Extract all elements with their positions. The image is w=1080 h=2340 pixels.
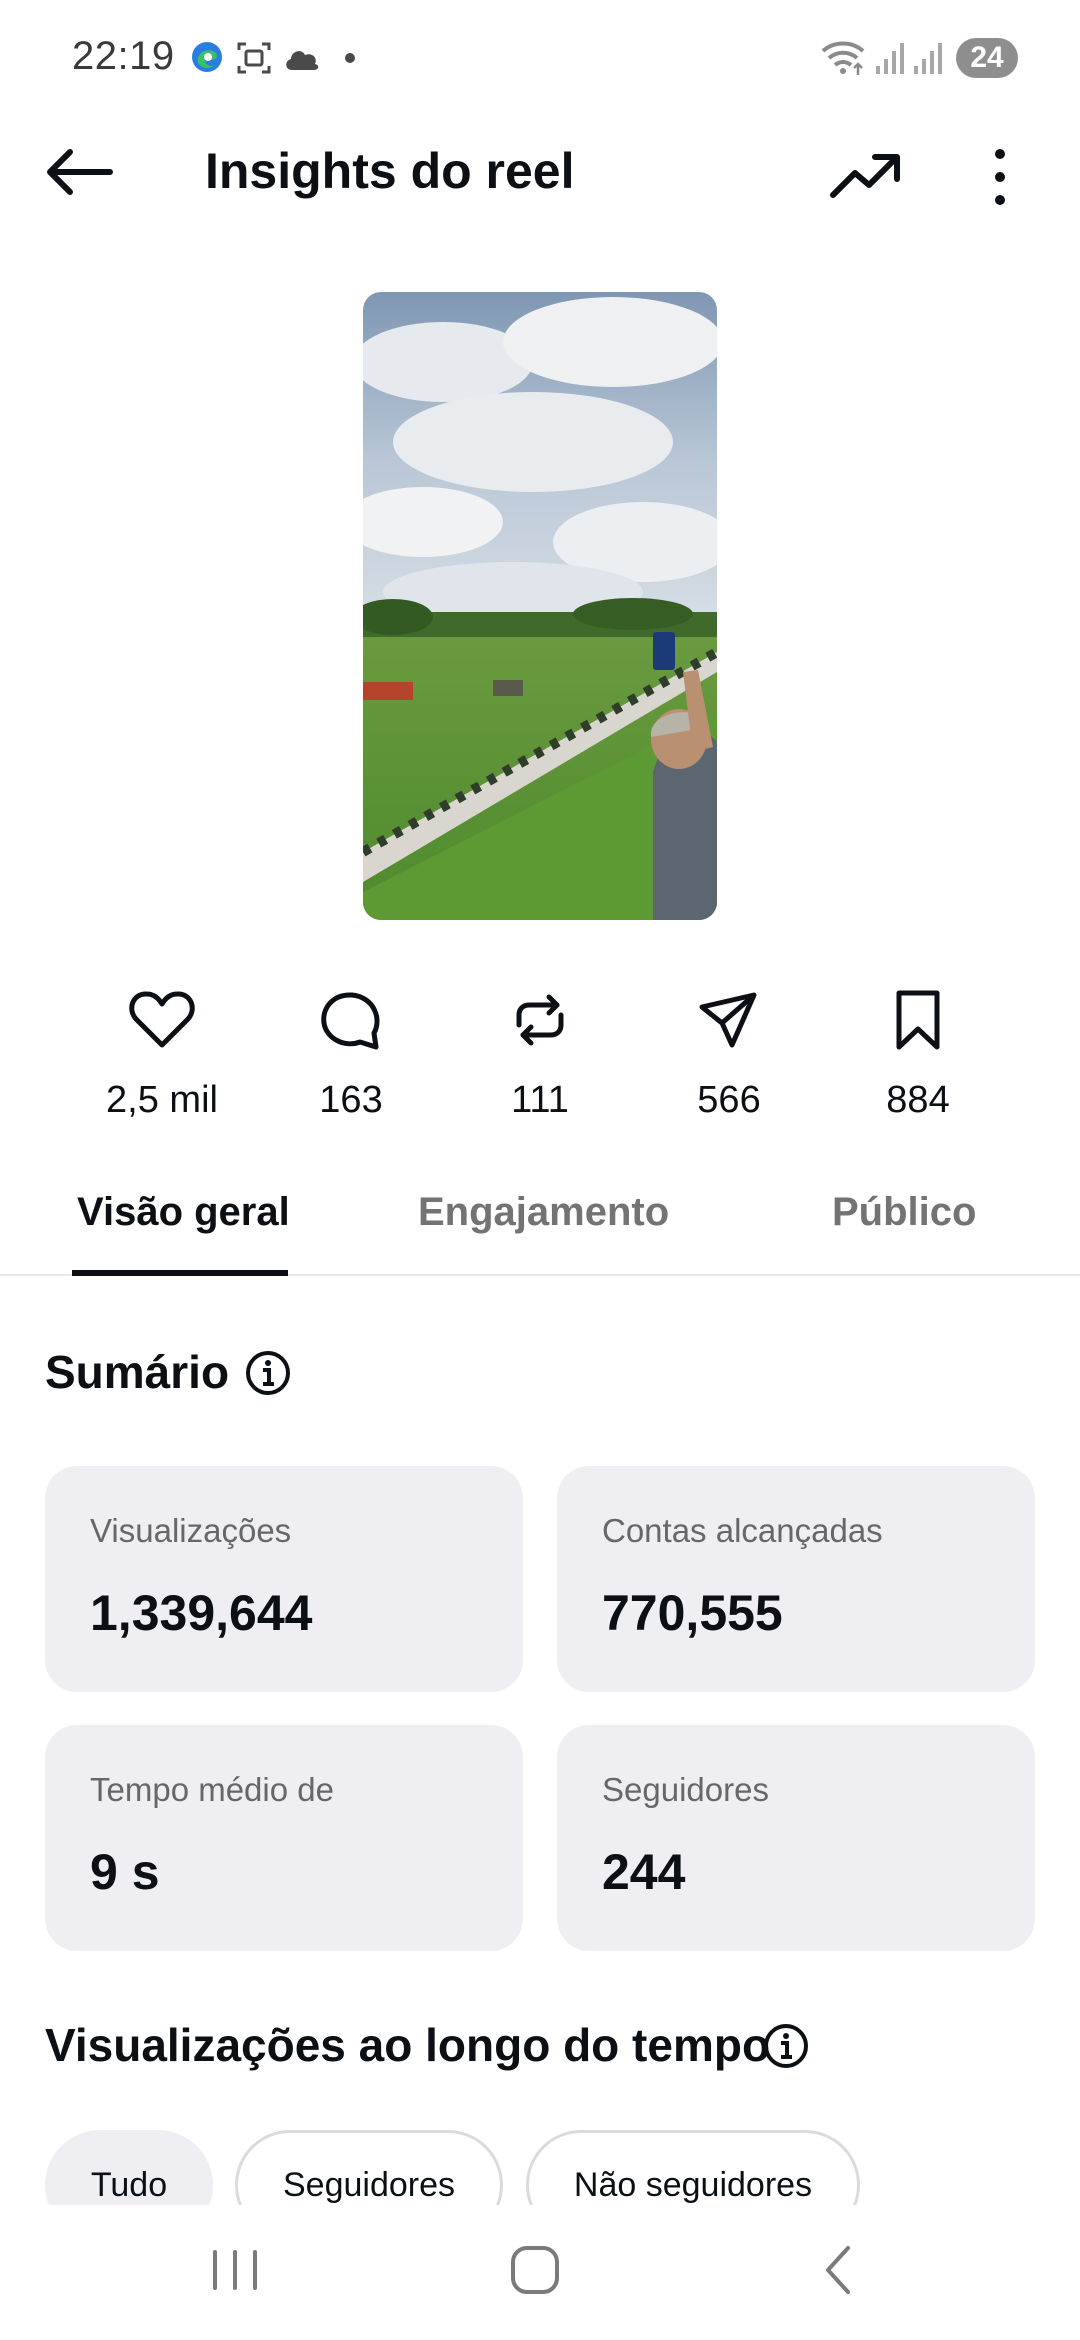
shares-count: 566	[697, 1079, 761, 1121]
followers-card[interactable]: Seguidores 244	[557, 1725, 1035, 1951]
views-over-time-title: Visualizações ao longo do tempo	[45, 2019, 771, 2071]
info-icon[interactable]	[244, 1349, 292, 1397]
likes-stat: 2,5 mil	[62, 985, 262, 1122]
engagement-stats: 2,5 mil 163 111 566 884	[0, 985, 1080, 1125]
views-card[interactable]: Visualizações 1,339,644	[45, 1466, 523, 1692]
reposts-stat: 111	[440, 985, 640, 1122]
accounts-reached-card[interactable]: Contas alcançadas 770,555	[557, 1466, 1035, 1692]
cloud-icon	[286, 51, 319, 70]
summary-title: Sumário	[45, 1346, 230, 1398]
wifi-icon	[821, 41, 865, 75]
card-value: 770,555	[602, 1585, 783, 1641]
tab-engagement[interactable]: Engajamento	[418, 1190, 669, 1235]
insights-tabs: Visão geral Engajamento Público	[0, 1160, 1080, 1276]
card-label: Tempo médio de	[90, 1771, 334, 1808]
bookmark-icon	[896, 990, 940, 1050]
home-icon[interactable]	[505, 2240, 565, 2300]
info-icon[interactable]	[762, 2022, 810, 2070]
shares-stat: 566	[629, 985, 829, 1122]
arrow-left-icon[interactable]	[40, 142, 120, 202]
tab-overview[interactable]: Visão geral	[77, 1190, 290, 1235]
active-tab-indicator	[72, 1270, 288, 1276]
reposts-count: 111	[511, 1079, 569, 1121]
system-nav-bar	[0, 2205, 1080, 2340]
page-title: Insights do reel	[205, 143, 575, 199]
more-vertical-icon[interactable]	[975, 142, 1025, 212]
card-label: Visualizações	[90, 1512, 292, 1549]
card-value: 1,339,644	[90, 1585, 313, 1641]
card-value: 9 s	[90, 1844, 160, 1900]
avg-watch-time-card[interactable]: Tempo médio de 9 s	[45, 1725, 523, 1951]
dot-icon	[345, 53, 355, 63]
signal-icon	[914, 43, 942, 74]
recent-apps-icon[interactable]	[205, 2240, 265, 2300]
back-nav-icon[interactable]	[810, 2240, 870, 2300]
comments-stat: 163	[251, 985, 451, 1122]
saves-count: 884	[886, 1079, 950, 1121]
likes-count: 2,5 mil	[106, 1079, 218, 1121]
saves-stat: 884	[818, 985, 1018, 1122]
status-time: 22:19	[72, 34, 175, 78]
comment-icon	[321, 992, 380, 1050]
repost-icon	[516, 994, 564, 1046]
card-value: 244	[602, 1844, 686, 1900]
status-bar: 22:19 24	[0, 0, 1080, 120]
edge-icon	[192, 42, 222, 72]
signal-icon	[876, 43, 904, 74]
share-icon	[699, 992, 757, 1048]
screenshot-icon	[237, 42, 271, 74]
comments-count: 163	[319, 1079, 383, 1121]
card-label: Seguidores	[602, 1771, 769, 1808]
battery-indicator: 24	[956, 38, 1018, 78]
video-thumbnail[interactable]	[363, 292, 717, 920]
header: Insights do reel	[0, 120, 1080, 220]
trending-up-icon[interactable]	[825, 140, 905, 210]
card-label: Contas alcançadas	[602, 1512, 883, 1549]
tab-audience[interactable]: Público	[832, 1190, 976, 1235]
heart-icon	[129, 991, 195, 1048]
